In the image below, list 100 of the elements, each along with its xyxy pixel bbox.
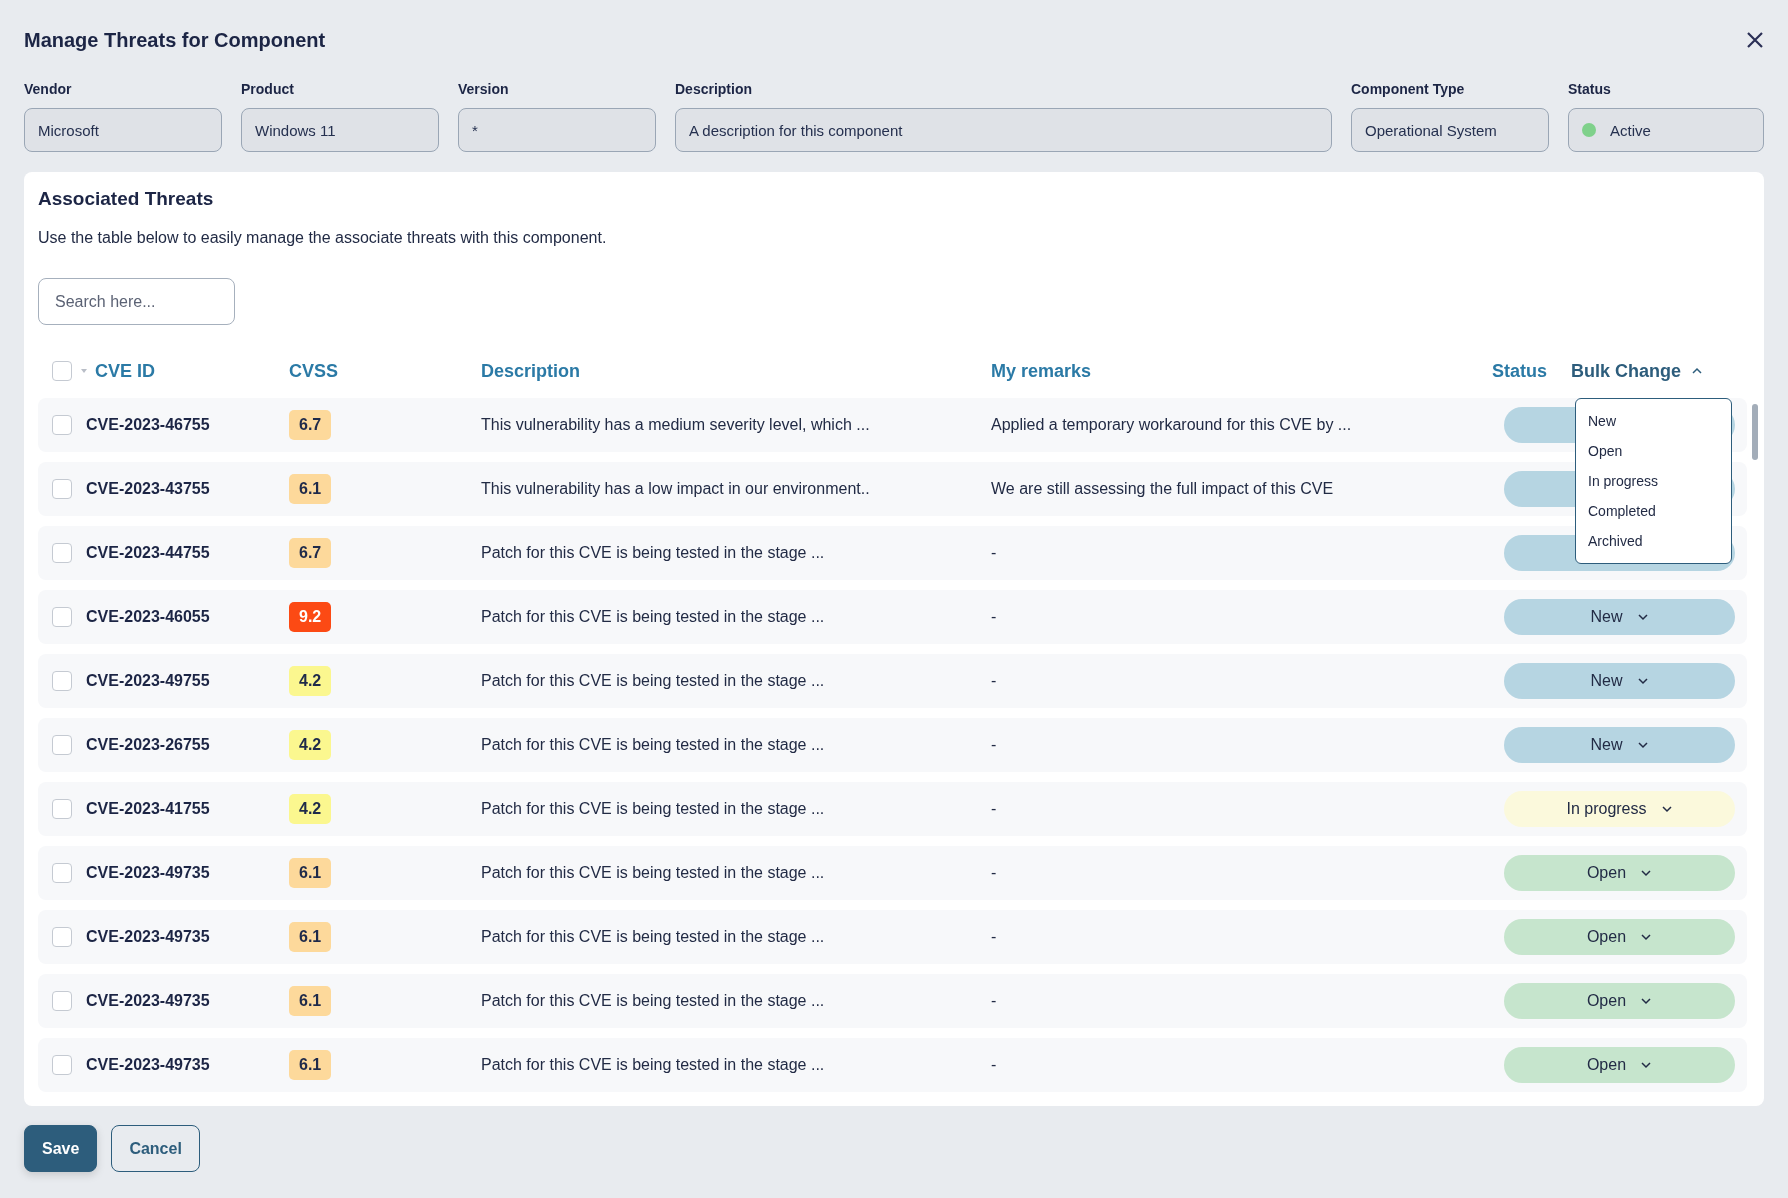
status-dropdown[interactable]: New bbox=[1504, 599, 1735, 635]
chevron-down-icon bbox=[1660, 805, 1673, 813]
cvss-score: 6.7 bbox=[289, 538, 332, 568]
remarks-cell-text: We are still assessing the full impact of this CVE bbox=[991, 480, 1335, 498]
status-dropdown[interactable]: Open bbox=[1504, 919, 1735, 955]
input-field[interactable]: Windows 11 bbox=[241, 108, 439, 152]
chevron-down-icon bbox=[1640, 933, 1653, 941]
checkbox[interactable] bbox=[52, 607, 72, 627]
cvss-score: 4.2 bbox=[289, 666, 332, 696]
field-label: Component Type bbox=[1351, 81, 1466, 99]
remarks-cell-text: Applied a temporary workaround for this CVE by ... bbox=[991, 416, 1353, 434]
menu-item[interactable]: Open bbox=[1576, 435, 1731, 466]
cancel-button[interactable]: Cancel bbox=[111, 1125, 200, 1172]
remarks-cell-text: - bbox=[991, 544, 998, 562]
remarks-cell-text: - bbox=[991, 992, 998, 1010]
remarks-cell-text: - bbox=[991, 672, 998, 690]
remarks-cell-text: - bbox=[991, 736, 998, 754]
field-label: Vendor bbox=[24, 81, 73, 99]
status-dropdown[interactable]: New bbox=[1504, 663, 1735, 699]
input-field[interactable]: A description for this component bbox=[675, 108, 1332, 152]
field-label: Product bbox=[241, 81, 295, 99]
description-cell-text: This vulnerability has a medium severity level, which ... bbox=[481, 416, 871, 434]
cvss-score: 4.2 bbox=[289, 794, 332, 824]
description-cell-text: Patch for this CVE is being tested in the stage ... bbox=[481, 800, 826, 818]
checkbox[interactable] bbox=[52, 479, 72, 499]
chevron-down-icon bbox=[1640, 869, 1653, 877]
description-cell-text: Patch for this CVE is being tested in the stage ... bbox=[481, 1056, 826, 1074]
description-cell-text: Patch for this CVE is being tested in the stage ... bbox=[481, 928, 826, 946]
checkbox[interactable] bbox=[52, 415, 72, 435]
chevron-down-icon bbox=[1636, 741, 1649, 749]
cve-id: CVE-2023-49735 bbox=[86, 928, 211, 946]
menu-item[interactable]: Completed bbox=[1576, 495, 1731, 526]
chevron-down-icon bbox=[1640, 997, 1653, 1005]
cvss-score: 4.2 bbox=[289, 730, 332, 760]
chevron-down-icon bbox=[1636, 613, 1649, 621]
cvss-score: 6.1 bbox=[289, 922, 332, 952]
remarks-cell-text: - bbox=[991, 864, 998, 882]
cvss-score: 6.7 bbox=[289, 410, 332, 440]
remarks-cell-text: - bbox=[991, 608, 998, 626]
cve-id: CVE-2023-49755 bbox=[86, 672, 211, 690]
status-dropdown[interactable]: New bbox=[1504, 727, 1735, 763]
column-header[interactable]: Description bbox=[481, 360, 991, 382]
cve-id: CVE-2023-41755 bbox=[86, 800, 211, 818]
description-cell-text: Patch for this CVE is being tested in the stage ... bbox=[481, 544, 826, 562]
description-cell-text: This vulnerability has a low impact in our environment.. bbox=[481, 480, 871, 498]
chevron-down-icon bbox=[1640, 1061, 1653, 1069]
section-description: Use the table below to easily manage the associate threats with this component. bbox=[38, 229, 608, 247]
cve-id: CVE-2023-49735 bbox=[86, 992, 211, 1010]
checkbox[interactable] bbox=[52, 863, 72, 883]
cvss-score: 6.1 bbox=[289, 986, 332, 1016]
remarks-cell-text: - bbox=[991, 1056, 998, 1074]
status-dropdown[interactable]: Open bbox=[1504, 855, 1735, 891]
description-cell-text: Patch for this CVE is being tested in the stage ... bbox=[481, 608, 826, 626]
description-cell-text: Patch for this CVE is being tested in the stage ... bbox=[481, 672, 826, 690]
menu-item[interactable]: New bbox=[1576, 405, 1731, 436]
status-dropdown[interactable]: Open bbox=[1504, 983, 1735, 1019]
checkbox[interactable] bbox=[52, 735, 72, 755]
scrollbar-thumb[interactable] bbox=[1752, 404, 1758, 460]
input-field[interactable]: Operational System bbox=[1351, 108, 1549, 152]
field-label: Status bbox=[1568, 81, 1612, 99]
cve-id: CVE-2023-43755 bbox=[86, 480, 211, 498]
field-label: Description bbox=[675, 81, 753, 99]
checkbox[interactable] bbox=[52, 991, 72, 1011]
status-dropdown[interactable]: In progress bbox=[1504, 791, 1735, 827]
description-cell-text: Patch for this CVE is being tested in the stage ... bbox=[481, 736, 826, 754]
checkbox[interactable] bbox=[52, 671, 72, 691]
remarks-cell-text: - bbox=[991, 928, 998, 946]
status-field[interactable]: Active bbox=[1568, 108, 1764, 152]
cve-id: CVE-2023-49735 bbox=[86, 864, 211, 882]
checkbox[interactable] bbox=[52, 1055, 72, 1075]
cve-id: CVE-2023-44755 bbox=[86, 544, 211, 562]
chevron-icon bbox=[1691, 367, 1704, 375]
description-cell-text: Patch for this CVE is being tested in the stage ... bbox=[481, 864, 826, 882]
cvss-score: 6.1 bbox=[289, 858, 332, 888]
cve-id: CVE-2023-49735 bbox=[86, 1056, 211, 1074]
search-field[interactable]: Search here... bbox=[38, 278, 235, 325]
menu-item[interactable]: Archived bbox=[1576, 525, 1731, 556]
dialog-title: Manage Threats for Component bbox=[24, 28, 326, 52]
save-button[interactable]: Save bbox=[24, 1125, 98, 1172]
checkbox[interactable] bbox=[52, 361, 72, 381]
cve-id: CVE-2023-46755 bbox=[86, 416, 211, 434]
input-field[interactable]: Microsoft bbox=[24, 108, 222, 152]
status-dropdown[interactable]: Open bbox=[1504, 1047, 1735, 1083]
checkbox[interactable] bbox=[52, 799, 72, 819]
input-field[interactable]: * bbox=[458, 108, 656, 152]
section-title: Associated Threats bbox=[38, 188, 215, 211]
cve-id: CVE-2023-26755 bbox=[86, 736, 211, 754]
column-header[interactable]: CVSS bbox=[289, 360, 481, 382]
field-label: Version bbox=[458, 81, 510, 99]
checkbox[interactable] bbox=[52, 927, 72, 947]
remarks-cell-text: - bbox=[991, 800, 998, 818]
column-header[interactable]: Status bbox=[1492, 360, 1547, 382]
close-icon[interactable] bbox=[1746, 31, 1764, 49]
bulk-change-dropdown[interactable]: Bulk Change bbox=[1571, 360, 1704, 382]
caret-icon[interactable] bbox=[81, 369, 87, 373]
description-cell-text: Patch for this CVE is being tested in the stage ... bbox=[481, 992, 826, 1010]
checkbox[interactable] bbox=[52, 543, 72, 563]
menu-item[interactable]: In progress bbox=[1576, 465, 1731, 496]
column-header[interactable]: CVE ID bbox=[95, 360, 155, 382]
chevron-down-icon bbox=[1636, 677, 1649, 685]
